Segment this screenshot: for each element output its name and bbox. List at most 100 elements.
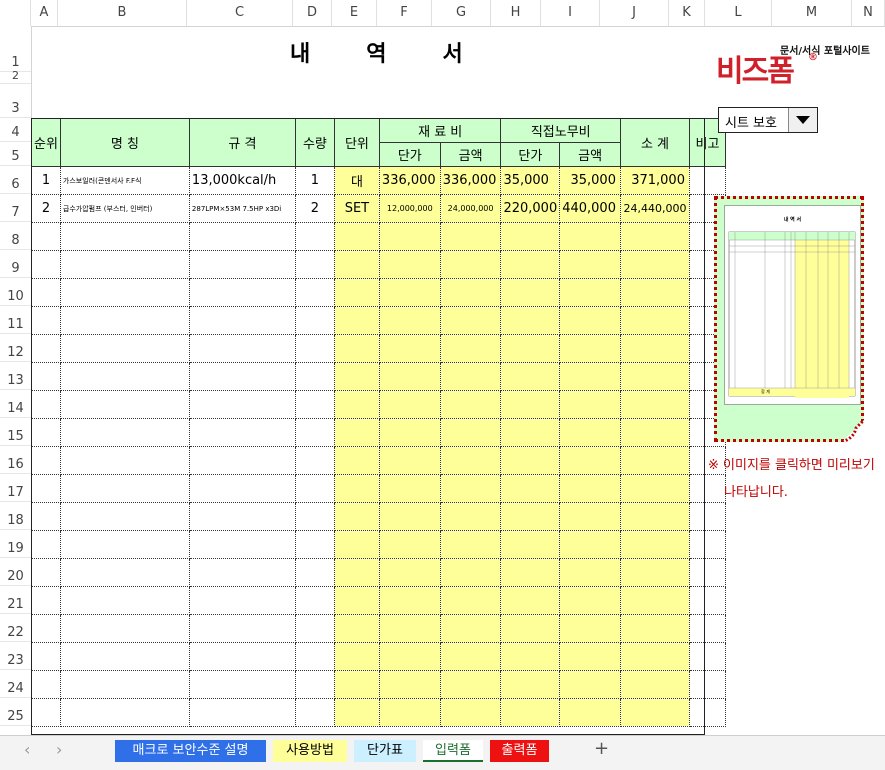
- table-cell[interactable]: [439, 446, 502, 475]
- table-cell[interactable]: [188, 642, 296, 671]
- table-cell[interactable]: [333, 502, 380, 531]
- tab-macro-security[interactable]: 매크로 보안수준 설명: [115, 740, 266, 762]
- table-cell[interactable]: [559, 306, 621, 335]
- table-cell[interactable]: [439, 698, 502, 727]
- table-cell[interactable]: [31, 670, 61, 699]
- row-header-5[interactable]: 5: [0, 142, 31, 166]
- column-header-k[interactable]: K: [669, 0, 705, 26]
- cell-qty[interactable]: 1: [294, 166, 335, 195]
- table-cell[interactable]: [31, 558, 61, 587]
- row-header-10[interactable]: 10: [0, 278, 31, 306]
- row-header-2[interactable]: 2: [0, 69, 31, 84]
- row-header-12[interactable]: 12: [0, 334, 31, 362]
- sheet-protect-dropdown[interactable]: 시트 보호: [718, 107, 818, 133]
- table-cell[interactable]: [439, 362, 502, 391]
- table-cell[interactable]: [439, 334, 502, 363]
- table-cell[interactable]: [188, 278, 296, 307]
- table-cell[interactable]: [188, 558, 296, 587]
- table-cell[interactable]: [333, 390, 380, 419]
- prev-sheet-icon[interactable]: ‹: [24, 740, 30, 759]
- table-cell[interactable]: [59, 474, 190, 503]
- column-header-m[interactable]: M: [772, 0, 852, 26]
- table-cell[interactable]: [294, 698, 335, 727]
- table-cell[interactable]: [688, 502, 726, 531]
- table-cell[interactable]: [378, 250, 441, 279]
- row-header-1[interactable]: 1: [0, 26, 31, 72]
- table-cell[interactable]: [31, 362, 61, 391]
- table-cell[interactable]: [333, 362, 380, 391]
- row-header-22[interactable]: 22: [0, 614, 31, 642]
- table-cell[interactable]: [333, 642, 380, 671]
- column-header-f[interactable]: F: [377, 0, 432, 26]
- table-cell[interactable]: [439, 250, 502, 279]
- table-cell[interactable]: [59, 586, 190, 615]
- table-cell[interactable]: [559, 362, 621, 391]
- table-cell[interactable]: [378, 446, 441, 475]
- table-cell[interactable]: [31, 278, 61, 307]
- table-cell[interactable]: [294, 390, 335, 419]
- table-cell[interactable]: [439, 222, 502, 251]
- cell-unit[interactable]: SET: [333, 194, 380, 223]
- table-cell[interactable]: [500, 474, 561, 503]
- table-cell[interactable]: [619, 250, 690, 279]
- table-cell[interactable]: [188, 306, 296, 335]
- table-cell[interactable]: [59, 306, 190, 335]
- table-cell[interactable]: [500, 446, 561, 475]
- table-cell[interactable]: [619, 670, 690, 699]
- table-cell[interactable]: [688, 698, 726, 727]
- add-sheet-button[interactable]: +: [594, 738, 609, 759]
- cell-material-unit-price[interactable]: 12,000,000: [378, 194, 441, 223]
- table-cell[interactable]: [378, 474, 441, 503]
- table-cell[interactable]: [619, 642, 690, 671]
- tab-output-form[interactable]: 출력폼: [490, 740, 549, 762]
- table-cell[interactable]: [294, 530, 335, 559]
- cell-remark[interactable]: [688, 166, 726, 195]
- cell-labor-unit-price[interactable]: 35,000: [500, 166, 561, 195]
- table-cell[interactable]: [333, 278, 380, 307]
- table-cell[interactable]: [333, 250, 380, 279]
- column-header-g[interactable]: G: [432, 0, 491, 26]
- table-cell[interactable]: [188, 670, 296, 699]
- chevron-down-icon[interactable]: [788, 108, 817, 132]
- table-cell[interactable]: [500, 278, 561, 307]
- table-cell[interactable]: [559, 502, 621, 531]
- row-header-9[interactable]: 9: [0, 250, 31, 278]
- table-cell[interactable]: [59, 418, 190, 447]
- row-header-13[interactable]: 13: [0, 362, 31, 390]
- table-cell[interactable]: [439, 502, 502, 531]
- table-cell[interactable]: [439, 418, 502, 447]
- table-cell[interactable]: [188, 390, 296, 419]
- table-cell[interactable]: [619, 698, 690, 727]
- cell-labor-amount[interactable]: 35,000: [559, 166, 621, 195]
- table-cell[interactable]: [439, 558, 502, 587]
- table-cell[interactable]: [188, 614, 296, 643]
- table-cell[interactable]: [559, 390, 621, 419]
- table-cell[interactable]: [439, 474, 502, 503]
- table-cell[interactable]: [378, 530, 441, 559]
- next-sheet-icon[interactable]: ›: [56, 740, 62, 759]
- table-cell[interactable]: [59, 502, 190, 531]
- table-cell[interactable]: [619, 362, 690, 391]
- table-cell[interactable]: [378, 642, 441, 671]
- row-header-24[interactable]: 24: [0, 670, 31, 698]
- cell-labor-unit-price[interactable]: 220,000: [500, 194, 561, 223]
- table-cell[interactable]: [500, 670, 561, 699]
- row-header-11[interactable]: 11: [0, 306, 31, 334]
- table-cell[interactable]: [619, 418, 690, 447]
- cell-name[interactable]: 급수가압펌프 (부스터, 인버터): [59, 194, 190, 223]
- table-cell[interactable]: [31, 474, 61, 503]
- table-cell[interactable]: [294, 586, 335, 615]
- table-cell[interactable]: [294, 614, 335, 643]
- table-cell[interactable]: [378, 418, 441, 447]
- table-cell[interactable]: [559, 222, 621, 251]
- table-cell[interactable]: [31, 334, 61, 363]
- table-cell[interactable]: [378, 558, 441, 587]
- cell-labor-amount[interactable]: 440,000: [559, 194, 621, 223]
- table-cell[interactable]: [333, 670, 380, 699]
- table-cell[interactable]: [500, 362, 561, 391]
- table-cell[interactable]: [500, 642, 561, 671]
- table-cell[interactable]: [619, 614, 690, 643]
- table-cell[interactable]: [188, 530, 296, 559]
- table-cell[interactable]: [500, 306, 561, 335]
- table-cell[interactable]: [500, 334, 561, 363]
